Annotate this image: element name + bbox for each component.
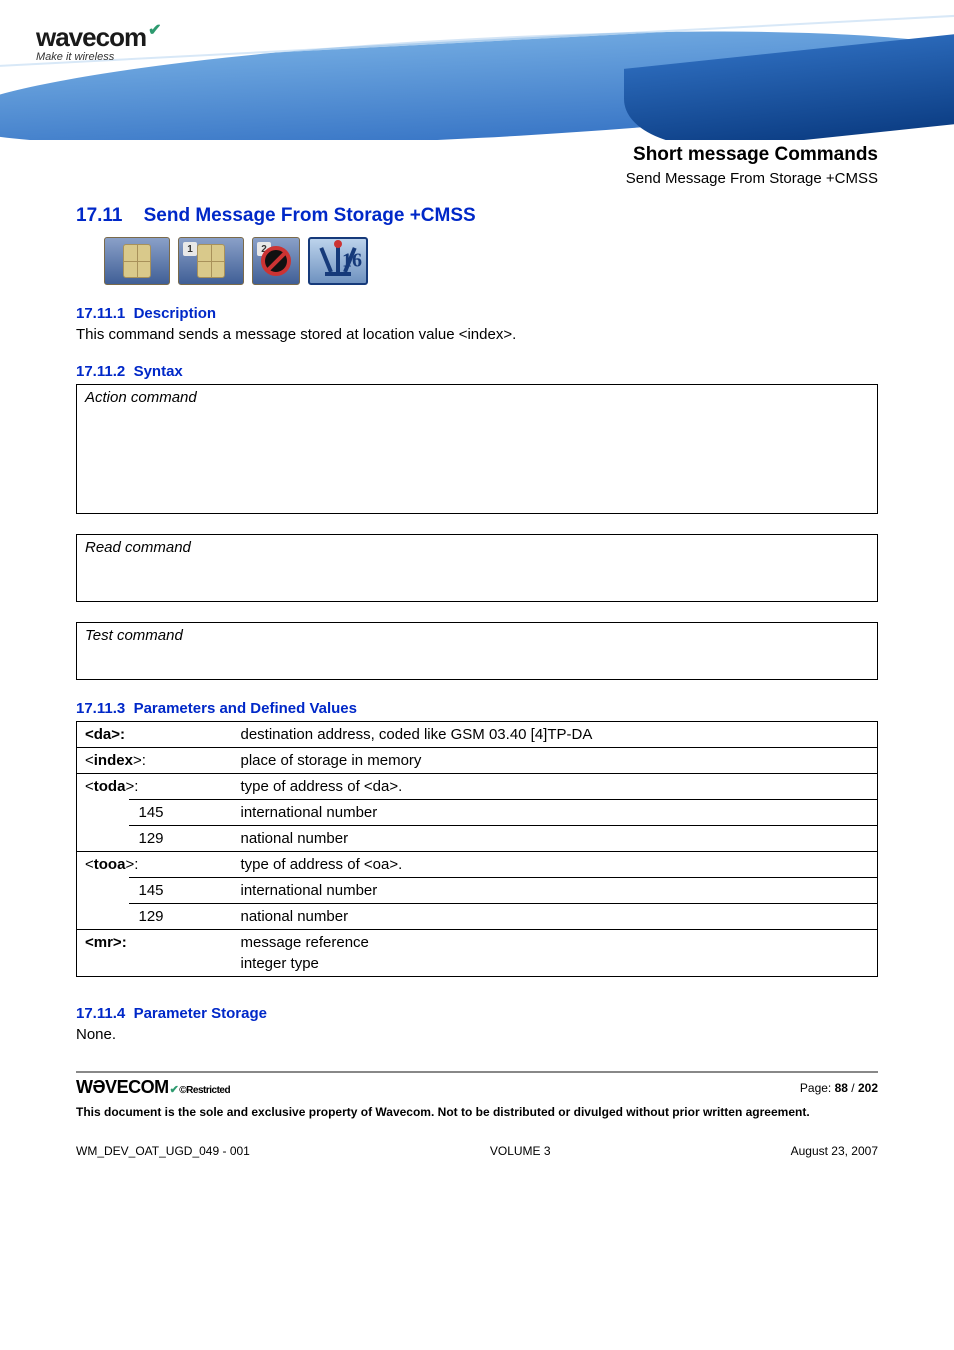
table-row: 129 national number — [77, 826, 878, 852]
page-content: Short message Commands Send Message From… — [0, 144, 954, 1158]
brand-logo: wavecom ✔ Make it wireless — [36, 22, 160, 63]
param-toda-129-val: 129 — [129, 826, 233, 852]
table-row: <toda>: type of address of <da>. — [77, 774, 878, 800]
param-toda-desc: type of address of <da>. — [233, 774, 878, 800]
param-toda-145-val: 145 — [129, 800, 233, 826]
param-mr-desc-2: integer type — [241, 951, 870, 972]
test-command-box: Test command — [76, 622, 878, 680]
parameter-storage-text: None. — [76, 1026, 878, 1043]
parameters-number: 17.11.3 — [76, 700, 125, 717]
description-heading: 17.11.1 Description — [76, 305, 878, 322]
table-row: <index>: place of storage in memory — [77, 748, 878, 774]
antenna-16-icon: 16 — [308, 237, 368, 285]
sim-plain-icon — [104, 237, 170, 285]
document-date: August 23, 2007 — [791, 1144, 878, 1158]
chapter-subtitle: Send Message From Storage +CMSS — [76, 170, 878, 187]
footer-logo: WƏVECOM ✔ ©Restricted — [76, 1077, 230, 1098]
table-row: <da>: destination address, coded like GS… — [77, 722, 878, 748]
document-meta: WM_DEV_OAT_UGD_049 - 001 VOLUME 3 August… — [76, 1144, 878, 1158]
param-tooa-desc: type of address of <oa>. — [233, 852, 878, 878]
section-heading: 17.11 Send Message From Storage +CMSS — [76, 205, 878, 227]
read-command-label: Read command — [85, 539, 191, 556]
icon-value-16: 16 — [342, 250, 362, 273]
prohibited-2-icon: 2 — [252, 237, 300, 285]
table-row: <tooa>: type of address of <oa>. — [77, 852, 878, 878]
description-text: This command sends a message stored at l… — [76, 326, 878, 343]
brand-swirl-icon: ✔ — [148, 20, 160, 40]
table-row: 145 international number — [77, 800, 878, 826]
param-da-key: <da>: — [85, 726, 125, 743]
icon-badge-1: 1 — [183, 242, 197, 256]
param-da-desc: destination address, coded like GSM 03.4… — [233, 722, 878, 748]
page-sep: / — [848, 1081, 858, 1095]
table-row: 129 national number — [77, 904, 878, 930]
page-total: 202 — [858, 1081, 878, 1095]
section-number: 17.11 — [76, 205, 123, 226]
param-toda-145-desc: international number — [233, 800, 878, 826]
document-volume: VOLUME 3 — [490, 1144, 551, 1158]
section-title: Send Message From Storage +CMSS — [144, 205, 476, 226]
page-header: wavecom ✔ Make it wireless — [0, 0, 954, 140]
param-mr-desc-1: message reference — [241, 934, 870, 951]
footer-brand: WƏVECOM — [76, 1077, 169, 1098]
syntax-heading: 17.11.2 Syntax — [76, 363, 878, 380]
param-tooa-129-desc: national number — [233, 904, 878, 930]
brand-tagline: Make it wireless — [36, 51, 160, 63]
parameter-storage-heading: 17.11.4 Parameter Storage — [76, 1005, 878, 1022]
syntax-number: 17.11.2 — [76, 363, 125, 380]
footer-swirl-icon: ✔ — [170, 1083, 179, 1096]
param-tooa-145-val: 145 — [129, 878, 233, 904]
parameters-table: <da>: destination address, coded like GS… — [76, 721, 878, 977]
param-mr-key: <mr>: — [85, 934, 127, 951]
parameters-heading: 17.11.3 Parameters and Defined Values — [76, 700, 878, 717]
chapter-title: Short message Commands — [76, 144, 878, 166]
document-id: WM_DEV_OAT_UGD_049 - 001 — [76, 1144, 250, 1158]
test-command-label: Test command — [85, 627, 183, 644]
brand-name: wavecom — [36, 22, 146, 53]
param-tooa-129-val: 129 — [129, 904, 233, 930]
read-command-box: Read command — [76, 534, 878, 602]
page-number: Page: 88 / 202 — [800, 1081, 878, 1095]
sim-1-icon: 1 — [178, 237, 244, 285]
footer-disclaimer: This document is the sole and exclusive … — [76, 1104, 878, 1120]
footer-rule: WƏVECOM ✔ ©Restricted Page: 88 / 202 — [76, 1071, 878, 1098]
description-title: Description — [134, 305, 217, 322]
param-tooa-145-desc: international number — [233, 878, 878, 904]
parameters-title: Parameters and Defined Values — [134, 700, 357, 717]
description-number: 17.11.1 — [76, 305, 125, 322]
footer-restricted: ©Restricted — [179, 1085, 230, 1096]
table-row: <mr>: message reference integer type — [77, 930, 878, 977]
param-toda-129-desc: national number — [233, 826, 878, 852]
action-command-label: Action command — [85, 389, 197, 406]
action-command-box: Action command — [76, 384, 878, 514]
page-prefix: Page: — [800, 1081, 835, 1095]
parameter-storage-number: 17.11.4 — [76, 1005, 125, 1022]
capability-icons: 1 2 16 — [104, 237, 878, 285]
param-index-desc: place of storage in memory — [233, 748, 878, 774]
header-corner — [624, 31, 954, 140]
syntax-title: Syntax — [134, 363, 183, 380]
table-row: 145 international number — [77, 878, 878, 904]
page-current: 88 — [835, 1081, 848, 1095]
parameter-storage-title: Parameter Storage — [134, 1005, 267, 1022]
